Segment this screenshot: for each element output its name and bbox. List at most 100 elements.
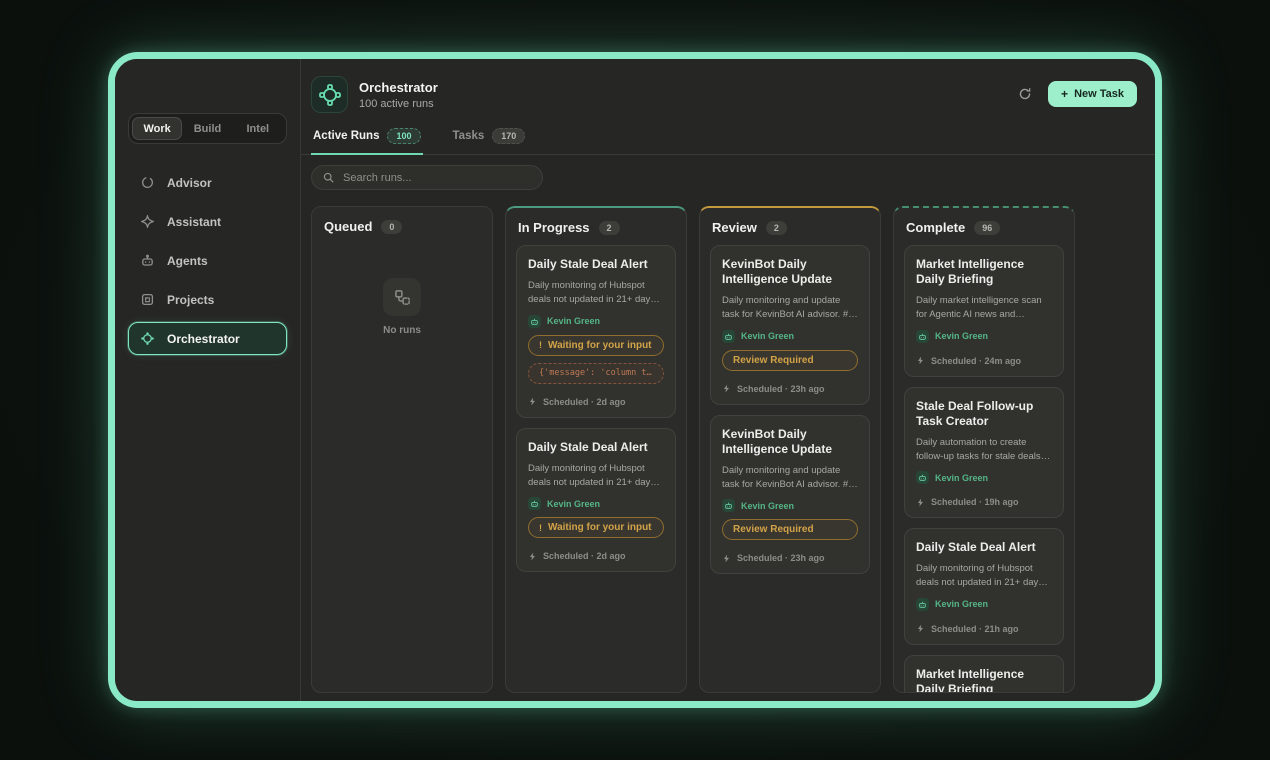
run-card[interactable]: Market Intelligence Daily BriefingDaily … (904, 245, 1064, 377)
schedule-label: Scheduled · 24m ago (931, 356, 1021, 366)
agents-icon (139, 252, 156, 269)
mode-tab-intel[interactable]: Intel (233, 117, 283, 140)
assignee-avatar (722, 330, 735, 343)
run-card-title: Daily Stale Deal Alert (916, 540, 1052, 555)
app-frame: Work Build Intel Advisor Assistant Agents P… (115, 59, 1155, 701)
assignee-name: Kevin Green (935, 331, 988, 341)
sidebar-item-agents[interactable]: Agents (128, 244, 287, 277)
run-card-title: KevinBot Daily Intelligence Update (722, 427, 858, 457)
column-header: In Progress2 (516, 218, 676, 235)
new-task-label: New Task (1074, 88, 1124, 100)
run-card[interactable]: KevinBot Daily Intelligence Update Daily … (710, 415, 870, 575)
refresh-button[interactable] (1018, 87, 1032, 101)
sidebar-item-label: Advisor (167, 176, 212, 190)
sidebar: Work Build Intel Advisor Assistant Agents P… (115, 59, 301, 701)
orchestrator-logo-icon (311, 76, 348, 113)
sidebar-item-label: Agents (167, 254, 208, 268)
status-pill-label: Review Required (733, 355, 814, 366)
board-column-review: Review2 KevinBot Daily Intelligence Updat… (699, 206, 881, 693)
zap-icon (722, 384, 731, 393)
board-column-complete: Complete96Market Intelligence Daily Brie… (893, 206, 1075, 693)
column-body: KevinBot Daily Intelligence Update Daily … (710, 245, 870, 682)
kanban-board: Queued 0 No runs In Progress2 Daily Stale De… (311, 206, 1145, 693)
schedule-label: Scheduled · 23h ago (737, 553, 825, 563)
run-card-title: Daily Stale Deal Alert (528, 257, 664, 272)
column-body: No runs (322, 244, 482, 682)
sidebar-item-assistant[interactable]: Assistant (128, 205, 287, 238)
run-card-title: Market Intelligence Daily Briefing (916, 667, 1052, 694)
run-card[interactable]: Market Intelligence Daily BriefingDaily … (904, 655, 1064, 694)
active-runs-count-badge: 100 (387, 128, 420, 144)
workflow-icon (383, 278, 421, 316)
run-card[interactable]: Daily Stale Deal AlertDaily monitoring o… (904, 528, 1064, 645)
assignee-row: Kevin Green (528, 497, 664, 510)
column-body: Daily Stale Deal Alert Daily monitoring o… (516, 245, 676, 682)
assignee-name: Kevin Green (547, 316, 600, 326)
run-card-description: Daily market intelligence scan for Agent… (916, 294, 1052, 323)
run-card[interactable]: Daily Stale Deal AlertDaily monitoring o… (516, 428, 676, 573)
schedule-label: Scheduled · 21h ago (931, 624, 1019, 634)
run-card-description: Daily monitoring and update task for Kev… (722, 294, 858, 323)
schedule-label: Scheduled · 19h ago (931, 497, 1019, 507)
assignee-name: Kevin Green (741, 331, 794, 341)
tab-tasks[interactable]: Tasks 170 (451, 123, 528, 155)
tab-active-runs-label: Active Runs (313, 130, 379, 142)
assistant-icon (139, 213, 156, 230)
column-header: Review2 (710, 218, 870, 235)
search-input[interactable] (343, 172, 531, 184)
search-icon (323, 172, 334, 183)
status-pill: !Waiting for your input (528, 517, 664, 538)
run-card-title: KevinBot Daily Intelligence Update (722, 257, 858, 287)
main-tabs: Active Runs 100 Tasks 170 (301, 123, 1155, 155)
plus-icon: + (1061, 88, 1068, 100)
assignee-row: Kevin Green (916, 598, 1052, 611)
run-card[interactable]: KevinBot Daily Intelligence Update Daily … (710, 245, 870, 405)
sidebar-nav: Advisor Assistant Agents Projects Orchestrat… (128, 166, 287, 355)
active-runs-subtitle: 100 active runs (359, 98, 438, 110)
empty-state: No runs (322, 244, 482, 336)
mode-tab-build[interactable]: Build (182, 117, 232, 140)
status-pill-label: Review Required (733, 524, 814, 535)
orchestrator-icon (139, 330, 156, 347)
search-bar[interactable] (311, 165, 543, 190)
sidebar-item-projects[interactable]: Projects (128, 283, 287, 316)
assignee-name: Kevin Green (935, 473, 988, 483)
zap-icon (722, 554, 731, 563)
status-pill: Review Required (722, 350, 858, 371)
run-card-description: Daily monitoring and update task for Kev… (722, 464, 858, 493)
run-card-description: Daily monitoring of Hubspot deals not up… (528, 462, 664, 491)
assignee-name: Kevin Green (935, 599, 988, 609)
alert-icon: ! (539, 340, 542, 350)
sidebar-item-label: Assistant (167, 215, 221, 229)
schedule-footer: Scheduled · 2d ago (528, 551, 664, 561)
assignee-name: Kevin Green (741, 501, 794, 511)
sidebar-item-orchestrator[interactable]: Orchestrator (128, 322, 287, 355)
column-title: Complete (906, 220, 965, 235)
new-task-button[interactable]: + New Task (1048, 81, 1137, 107)
header: Orchestrator 100 active runs + New Task (301, 59, 1155, 123)
schedule-footer: Scheduled · 23h ago (722, 553, 858, 563)
status-pill-label: Waiting for your input (548, 340, 652, 351)
zap-icon (916, 356, 925, 365)
error-status-pill: {'message': 'column task_agents.agent_na… (528, 363, 664, 384)
header-identity: Orchestrator 100 active runs (311, 76, 438, 113)
alert-icon: ! (539, 523, 542, 533)
run-card[interactable]: Daily Stale Deal AlertDaily monitoring o… (516, 245, 676, 418)
run-card[interactable]: Stale Deal Follow-up Task CreatorDaily a… (904, 387, 1064, 519)
assignee-row: Kevin Green (722, 330, 858, 343)
assignee-avatar (916, 330, 929, 343)
assignee-row: Kevin Green (916, 471, 1052, 484)
board-column-in-progress: In Progress2 Daily Stale Deal Alert Daily … (505, 206, 687, 693)
column-title: Queued (324, 219, 372, 234)
sidebar-item-advisor[interactable]: Advisor (128, 166, 287, 199)
sidebar-item-label: Orchestrator (167, 332, 240, 346)
mode-tab-work[interactable]: Work (132, 117, 182, 140)
assignee-row: Kevin Green (916, 330, 1052, 343)
column-title: Review (712, 220, 757, 235)
column-count-badge: 0 (381, 220, 402, 234)
schedule-label: Scheduled · 2d ago (543, 551, 626, 561)
schedule-label: Scheduled · 23h ago (737, 384, 825, 394)
zap-icon (916, 498, 925, 507)
schedule-footer: Scheduled · 24m ago (916, 356, 1052, 366)
tab-active-runs[interactable]: Active Runs 100 (311, 123, 423, 155)
